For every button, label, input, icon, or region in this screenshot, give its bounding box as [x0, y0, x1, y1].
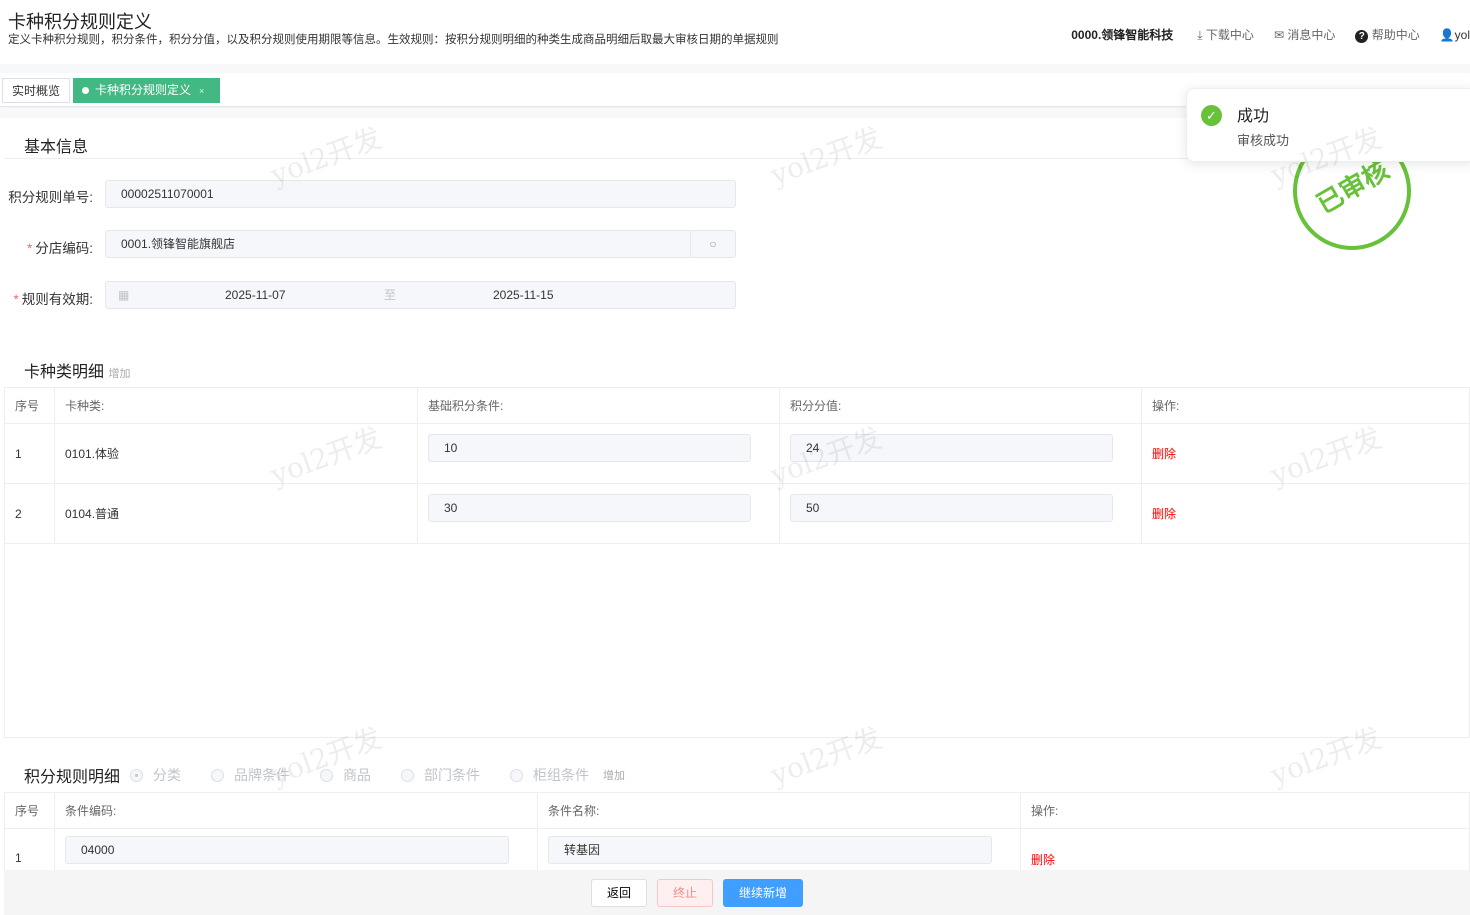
delete-button[interactable]: 删除: [1152, 447, 1176, 461]
mail-icon: ✉: [1273, 28, 1288, 42]
back-button[interactable]: 返回: [590, 878, 647, 907]
active-dot-icon: [82, 87, 89, 94]
download-icon: ⤓: [1197, 28, 1206, 42]
watermark: yol2开发: [766, 121, 887, 192]
col-header: 操作:: [1020, 792, 1470, 829]
col-header: 序号: [4, 792, 55, 829]
condition-code-input[interactable]: 04000: [65, 836, 509, 864]
help-icon: ?: [1355, 30, 1369, 43]
delete-button[interactable]: 删除: [1152, 507, 1176, 521]
toast-message: 审核成功: [1237, 133, 1290, 148]
rule-no-label: 积分规则单号:: [8, 190, 93, 205]
col-header: 积分分值:: [779, 387, 1142, 424]
company-name[interactable]: 0000.领锋智能科技: [1071, 26, 1173, 43]
section-rule-detail: 积分规则明细: [24, 769, 121, 786]
card-detail-table: 序号 卡种类: 基础积分条件: 积分分值: 操作: 1 0101.体验 10 24 删除 2 01…: [4, 387, 1470, 738]
download-center[interactable]: ⤓ 下载中心: [1197, 26, 1254, 43]
user-menu[interactable]: 👤yol: [1440, 28, 1470, 42]
col-header: 操作:: [1141, 387, 1470, 424]
col-header: 基础积分条件:: [417, 387, 780, 424]
divider: [0, 64, 1470, 73]
page-description: 定义卡种积分规则，积分条件，积分分值，以及积分规则使用期限等信息。生效规则：按积…: [8, 34, 779, 46]
date-to[interactable]: 2025-11-15: [493, 282, 554, 308]
date-from[interactable]: 2025-11-07: [225, 282, 286, 308]
base-points-input[interactable]: 10: [428, 433, 751, 462]
help-center[interactable]: ? 帮助中心: [1355, 26, 1420, 43]
add-rule-link[interactable]: 增加: [603, 767, 625, 783]
table-row: 1 0101.体验 10 24 删除: [4, 423, 1470, 484]
footer-actions: 返回 终止 继续新增: [4, 870, 1470, 915]
radio-counter-group[interactable]: 柜组条件: [510, 765, 589, 785]
user-icon: 👤: [1439, 27, 1455, 42]
add-card-link[interactable]: 增加: [108, 368, 130, 380]
tab-card-points-rule[interactable]: 卡种积分规则定义 ×: [73, 78, 220, 103]
top-nav: 0000.领锋智能科技 ⤓ 下载中心 ✉ 消息中心 ? 帮助中心 👤yol: [1071, 26, 1470, 43]
table-row: 2 0104.普通 30 50 删除: [4, 483, 1470, 544]
col-header: 条件编码:: [54, 792, 538, 829]
points-value-input[interactable]: 24: [790, 433, 1113, 462]
date-range-input[interactable]: ▦ 2025-11-07 至 2025-11-15: [105, 281, 736, 309]
base-points-input[interactable]: 30: [428, 493, 751, 522]
continue-add-button[interactable]: 继续新增: [723, 878, 804, 907]
date-separator: 至: [384, 288, 397, 302]
success-check-icon: ✓: [1201, 105, 1222, 126]
calendar-icon: ▦: [118, 288, 130, 302]
radio-brand[interactable]: 品牌条件: [211, 765, 290, 785]
close-icon[interactable]: ×: [199, 86, 204, 96]
col-header: 条件名称:: [537, 792, 1021, 829]
tab-overview[interactable]: 实时概览: [2, 78, 71, 103]
section-card-detail: 卡种类明细 增加: [24, 364, 131, 381]
condition-name-input[interactable]: 转基因: [548, 836, 992, 864]
col-header: 卡种类:: [54, 387, 418, 424]
radio-category[interactable]: 分类: [130, 765, 181, 785]
period-label: * 规则有效期:: [13, 292, 93, 307]
rule-detail-header: 积分规则明细 分类 品牌条件 商品 部门条件 柜组条件 增加: [24, 763, 625, 787]
store-label: * 分店编码:: [26, 241, 93, 256]
points-value-input[interactable]: 50: [790, 493, 1113, 522]
col-header: 序号: [4, 387, 55, 424]
delete-button[interactable]: 删除: [1031, 853, 1055, 867]
search-icon[interactable]: ○: [690, 231, 735, 257]
radio-product[interactable]: 商品: [320, 765, 371, 785]
message-center[interactable]: ✉ 消息中心: [1274, 26, 1335, 43]
success-toast: ✓ 成功 审核成功: [1186, 88, 1470, 162]
stop-button[interactable]: 终止: [657, 878, 714, 907]
store-input[interactable]: 0001.领锋智能旗舰店 ○: [105, 230, 736, 258]
rule-no-input[interactable]: 00002511070001: [105, 180, 736, 208]
section-basic-info: 基本信息: [24, 139, 89, 156]
toast-title: 成功: [1237, 108, 1270, 125]
radio-department[interactable]: 部门条件: [401, 765, 480, 785]
